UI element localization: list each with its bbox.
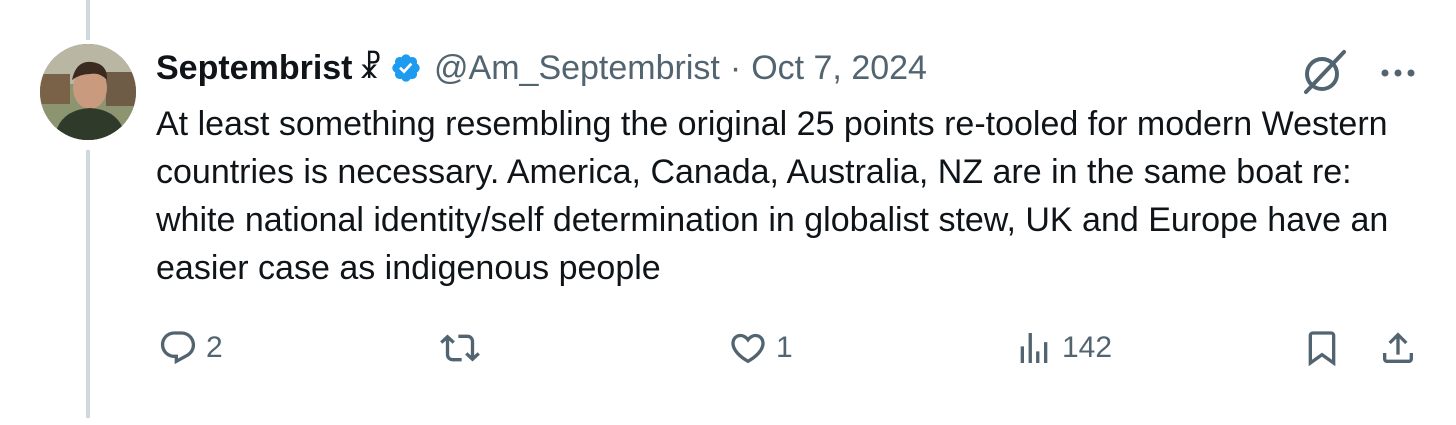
views-icon: [1014, 328, 1054, 368]
tweet-date[interactable]: Oct 7, 2024: [751, 49, 927, 88]
tweet-text: At least something resembling the origin…: [156, 105, 1389, 287]
action-bar: 2 1 142: [156, 326, 1420, 370]
reply-icon: [158, 328, 198, 368]
views-count: 142: [1062, 331, 1113, 364]
display-name[interactable]: Septembrist: [156, 49, 353, 88]
verified-badge-icon: [390, 52, 422, 84]
header-separator: ·: [729, 48, 742, 87]
views-button[interactable]: 142: [1014, 326, 1112, 370]
tweet-header: Septembrist ☧ @Am_Septembrist · Oct 7, 2…: [156, 44, 927, 92]
avatar[interactable]: [40, 44, 136, 140]
bookmark-button[interactable]: [1302, 326, 1342, 370]
retweet-icon: [440, 328, 480, 368]
avatar-photo: [40, 44, 136, 140]
more-icon[interactable]: [1380, 65, 1416, 83]
like-count: 1: [776, 331, 793, 364]
reply-count: 2: [206, 331, 223, 364]
top-right-controls: [1298, 46, 1416, 101]
thread-line-bottom: [86, 150, 90, 418]
reply-button[interactable]: 2: [158, 326, 223, 370]
share-button[interactable]: [1378, 326, 1418, 370]
grok-icon[interactable]: [1298, 46, 1350, 101]
retweet-button[interactable]: [440, 326, 488, 370]
bookmark-icon: [1302, 328, 1342, 368]
thread-line-top: [86, 0, 90, 40]
like-icon: [728, 328, 768, 368]
user-handle[interactable]: @Am_Septembrist: [434, 49, 720, 88]
name-symbol: ☧: [358, 51, 383, 85]
share-icon: [1378, 328, 1418, 368]
like-button[interactable]: 1: [728, 326, 793, 370]
